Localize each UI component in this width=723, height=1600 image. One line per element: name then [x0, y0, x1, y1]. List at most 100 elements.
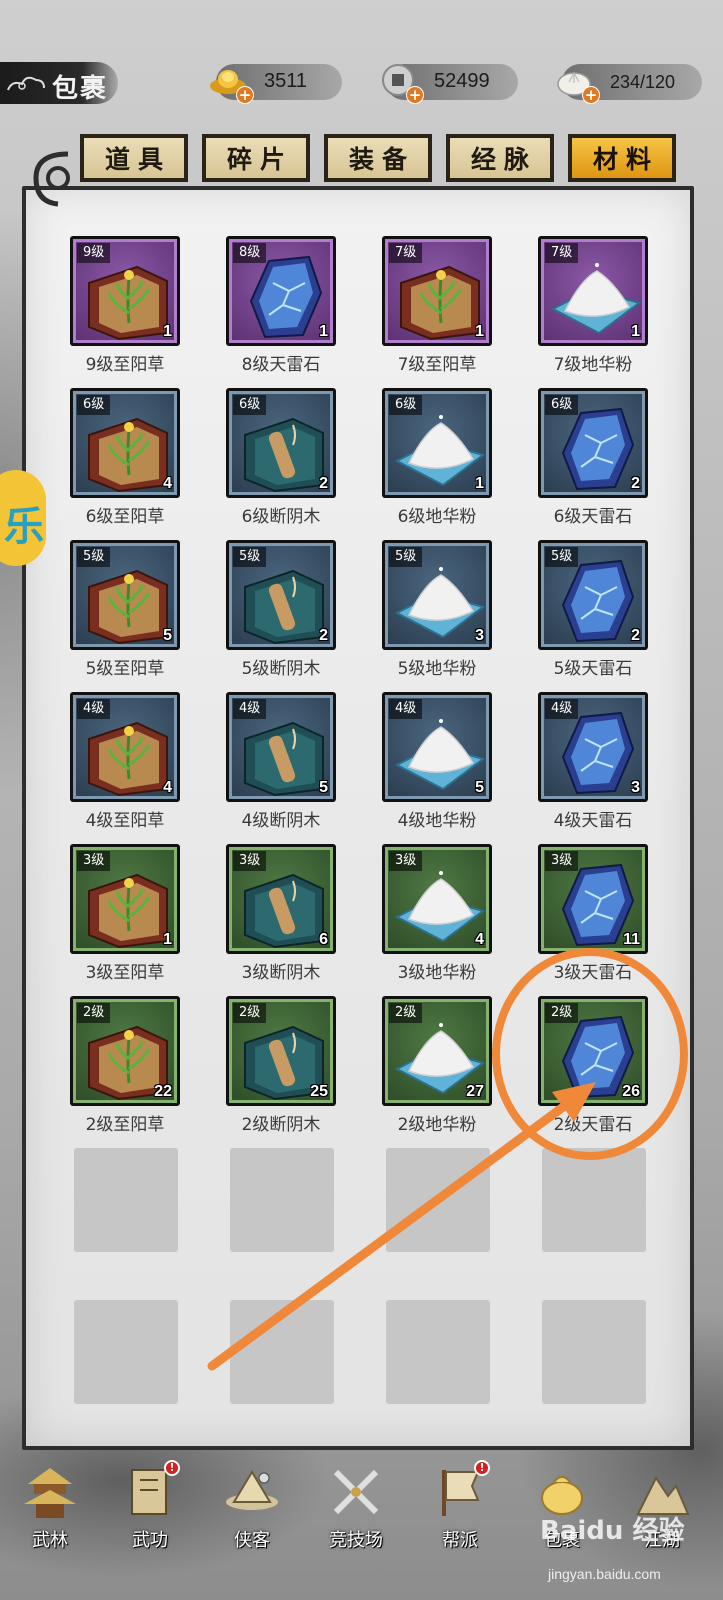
item-slot[interactable]: 2级 22 2级至阳草: [70, 996, 180, 1146]
empty-slot: [542, 1300, 652, 1450]
item-icon-frame[interactable]: 4级 4: [70, 692, 180, 802]
item-name: 2级至阳草: [85, 1115, 165, 1135]
item-slot[interactable]: 5级 3 5级地华粉: [382, 540, 492, 690]
item-level-badge: 6级: [77, 395, 111, 415]
item-slot[interactable]: 3级 1 3级至阳草: [70, 844, 180, 994]
item-icon-frame[interactable]: 7级 1: [382, 236, 492, 346]
empty-slot-frame: [542, 1148, 646, 1252]
item-slot[interactable]: 4级 4 4级至阳草: [70, 692, 180, 842]
nav-item[interactable]: 武林: [2, 1460, 98, 1560]
item-name: 2级断阴木: [241, 1115, 321, 1135]
gold-counter[interactable]: + 3511: [210, 64, 342, 104]
item-icon-frame[interactable]: 2级 26: [538, 996, 648, 1106]
item-slot[interactable]: 4级 5 4级地华粉: [382, 692, 492, 842]
item-icon-frame[interactable]: 3级 4: [382, 844, 492, 954]
add-gold-icon[interactable]: +: [236, 86, 254, 104]
herb-box-icon: [88, 265, 168, 341]
item-icon-frame[interactable]: 5级 5: [70, 540, 180, 650]
item-icon-frame[interactable]: 4级 3: [538, 692, 648, 802]
item-slot[interactable]: 3级 4 3级地华粉: [382, 844, 492, 994]
nav-item[interactable]: 侠客: [204, 1460, 300, 1560]
item-icon-frame[interactable]: 2级 27: [382, 996, 492, 1106]
item-icon-frame[interactable]: 8级 1: [226, 236, 336, 346]
item-quantity: 5: [319, 779, 328, 796]
item-slot[interactable]: 2级 27 2级地华粉: [382, 996, 492, 1146]
item-icon-frame[interactable]: 5级 3: [382, 540, 492, 650]
empty-slot: [74, 1300, 184, 1450]
nav-label: 侠客: [234, 1530, 270, 1551]
tab-props[interactable]: 道具: [80, 134, 188, 182]
gold-value: 3511: [264, 70, 308, 92]
item-slot[interactable]: 8级 1 8级天雷石: [226, 236, 336, 386]
thunder-stone-icon: [561, 559, 635, 643]
item-slot[interactable]: 4级 3 4级天雷石: [538, 692, 648, 842]
item-icon-frame[interactable]: 7级 1: [538, 236, 648, 346]
empty-slot: [542, 1148, 652, 1298]
item-icon-frame[interactable]: 6级 2: [226, 388, 336, 498]
item-icon-frame[interactable]: 4级 5: [226, 692, 336, 802]
item-icon-frame[interactable]: 5级 2: [538, 540, 648, 650]
item-icon-frame[interactable]: 6级 4: [70, 388, 180, 498]
item-slot[interactable]: 6级 2 6级天雷石: [538, 388, 648, 538]
item-name: 5级至阳草: [85, 659, 165, 679]
item-icon-frame[interactable]: 3级 11: [538, 844, 648, 954]
item-slot[interactable]: 7级 1 7级至阳草: [382, 236, 492, 386]
item-level-badge: 9级: [77, 243, 111, 263]
item-level-badge: 6级: [545, 395, 579, 415]
tab-fragments[interactable]: 碎片: [202, 134, 310, 182]
item-slot[interactable]: 3级 11 3级天雷石: [538, 844, 648, 994]
item-icon-frame[interactable]: 6级 2: [538, 388, 648, 498]
item-icon-frame[interactable]: 2级 22: [70, 996, 180, 1106]
item-slot[interactable]: 5级 2 5级断阴木: [226, 540, 336, 690]
silver-counter[interactable]: + 52499: [382, 64, 518, 104]
watermark-url: jingyan.baidu.com: [548, 1566, 661, 1582]
yin-wood-box-icon: [244, 873, 324, 949]
scroll-roll-icon: [33, 151, 70, 207]
nav-item[interactable]: ! 帮派: [412, 1460, 508, 1560]
nav-label: 武林: [32, 1530, 68, 1551]
item-icon-frame[interactable]: 2级 25: [226, 996, 336, 1106]
item-slot[interactable]: 5级 5 5级至阳草: [70, 540, 180, 690]
item-level-badge: 6级: [389, 395, 423, 415]
item-icon-frame[interactable]: 5级 2: [226, 540, 336, 650]
item-icon-frame[interactable]: 4级 5: [382, 692, 492, 802]
item-slot[interactable]: 2级 26 2级天雷石: [538, 996, 648, 1146]
item-icon-frame[interactable]: 3级 6: [226, 844, 336, 954]
item-slot[interactable]: 5级 2 5级天雷石: [538, 540, 648, 690]
nav-item[interactable]: ! 武功: [102, 1460, 198, 1560]
empty-slot-frame: [542, 1300, 646, 1404]
item-slot[interactable]: 7级 1 7级地华粉: [538, 236, 648, 386]
tab-equipment[interactable]: 装备: [324, 134, 432, 182]
item-slot[interactable]: 6级 1 6级地华粉: [382, 388, 492, 538]
item-quantity: 2: [631, 627, 640, 644]
item-level-badge: 7级: [389, 243, 423, 263]
item-slot[interactable]: 2级 25 2级断阴木: [226, 996, 336, 1146]
item-level-badge: 8级: [233, 243, 267, 263]
capacity-counter[interactable]: + 234/120: [557, 64, 702, 104]
empty-slot: [230, 1300, 340, 1450]
item-slot[interactable]: 6级 2 6级断阴木: [226, 388, 336, 538]
item-level-badge: 5级: [77, 547, 111, 567]
item-slot[interactable]: 4级 5 4级断阴木: [226, 692, 336, 842]
herb-box-icon: [88, 569, 168, 645]
side-event-badge[interactable]: 乐: [0, 470, 46, 566]
item-quantity: 11: [623, 931, 640, 948]
add-capacity-icon[interactable]: +: [582, 86, 600, 104]
item-name: 7级地华粉: [553, 355, 633, 375]
nav-item[interactable]: 竞技场: [308, 1460, 404, 1560]
item-icon-frame[interactable]: 6级 1: [382, 388, 492, 498]
item-slot[interactable]: 3级 6 3级断阴木: [226, 844, 336, 994]
item-slot[interactable]: 9级 1 9级至阳草: [70, 236, 180, 386]
item-icon-frame[interactable]: 3级 1: [70, 844, 180, 954]
tab-materials[interactable]: 材料: [568, 134, 676, 182]
item-name: 6级天雷石: [553, 507, 633, 527]
item-icon-frame[interactable]: 9级 1: [70, 236, 180, 346]
item-name: 9级至阳草: [85, 355, 165, 375]
item-slot[interactable]: 6级 4 6级至阳草: [70, 388, 180, 538]
item-level-badge: 3级: [545, 851, 579, 871]
item-name: 2级地华粉: [397, 1115, 477, 1135]
watermark-brand: Baidu 经验: [540, 1516, 685, 1546]
item-quantity: 2: [319, 475, 328, 492]
add-silver-icon[interactable]: +: [406, 86, 424, 104]
tab-meridians[interactable]: 经脉: [446, 134, 554, 182]
